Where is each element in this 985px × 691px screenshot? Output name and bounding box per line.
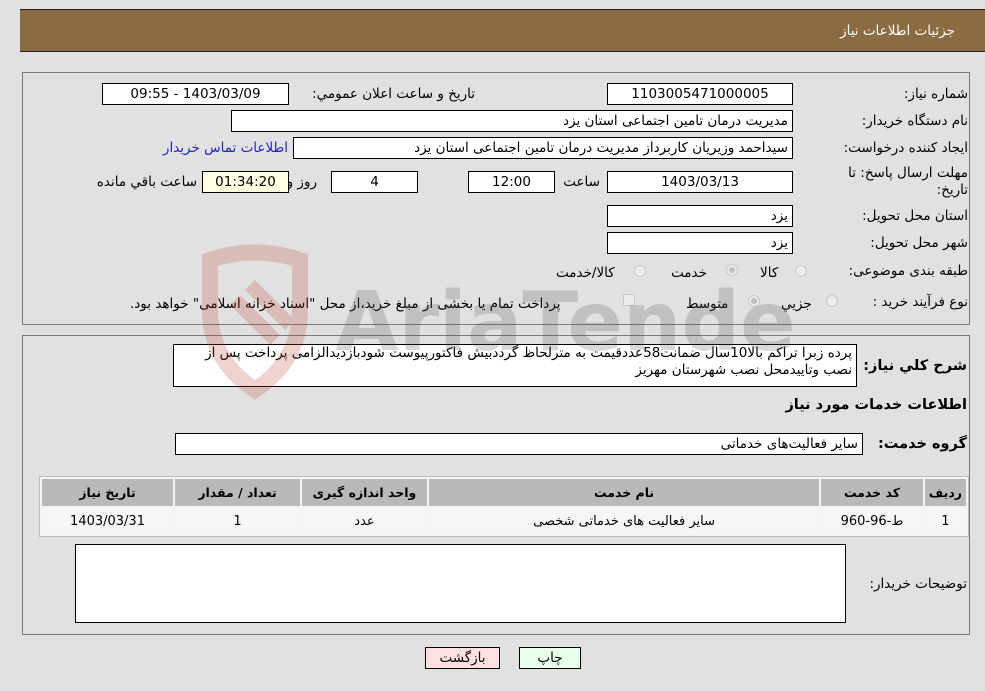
category-radio-goods[interactable] [795,265,807,277]
summary-label: شرح كلي نياز: [863,358,967,374]
cell-quantity: 1 [175,508,300,534]
need-number-field[interactable]: 1103005471000005 [607,83,793,105]
category-option-service: خدمت [671,265,707,281]
cell-row-number: 1 [924,508,966,534]
deadline-label: مهلت ارسال پاسخ: تا تاریخ: [848,165,968,198]
category-option-goods: کالا [760,265,779,281]
days-label: روز و [286,174,317,190]
deadline-date-field[interactable]: 1403/03/13 [607,171,793,193]
col-unit: واحد اندازه گیری [302,479,427,506]
col-quantity: تعداد / مقدار [175,479,300,506]
buyer-contact-link[interactable]: اطلاعات تماس خریدار [163,140,288,156]
buyer-org-field[interactable]: مدیریت درمان تامین اجتماعی استان یزد [231,110,793,132]
buyer-notes-label: توضیحات خریدار: [869,576,967,592]
process-option-medium: متوسط [686,296,729,312]
deadline-time-field[interactable]: 12:00 [468,171,555,193]
buyer-org-label: نام دستگاه خریدار: [861,113,968,129]
treasury-checkbox[interactable] [623,294,635,306]
deadline-time-label: ساعت [563,174,600,190]
buyer-notes-textarea[interactable] [75,544,846,623]
services-heading: اطلاعات خدمات مورد نياز [785,397,967,413]
remaining-time-field: 01:34:20 [202,171,289,193]
table-row: 1 ط-96-960 سایر فعالیت های خدماتی شخصی ع… [42,508,966,534]
category-option-goods-service: کالا/خدمت [556,265,615,281]
col-service-name: نام خدمت [428,479,820,506]
province-field[interactable]: یزد [607,205,793,227]
treasury-note: پرداخت تمام یا بخشی از مبلغ خرید،از محل … [130,296,561,312]
print-button[interactable]: چاپ [519,647,581,669]
cell-unit: عدد [302,508,427,534]
city-label: شهر محل تحویل: [870,235,968,251]
services-table: ردیف کد خدمت نام خدمت واحد اندازه گیری ت… [39,476,969,537]
need-number-label: شماره نیاز: [903,86,968,102]
city-field[interactable]: یزد [607,232,793,254]
back-button[interactable]: بازگشت [425,647,500,669]
col-row-number: ردیف [924,479,966,506]
process-radio-medium[interactable] [748,295,760,307]
page-header: جزئیات اطلاعات نیاز [20,9,985,52]
process-option-minor: جزيي [781,296,812,312]
services-table-wrapper: ردیف کد خدمت نام خدمت واحد اندازه گیری ت… [39,476,969,537]
table-header-row: ردیف کد خدمت نام خدمت واحد اندازه گیری ت… [42,479,966,506]
creator-label: ایجاد کننده درخواست: [843,140,968,156]
col-service-code: کد خدمت [821,479,923,506]
process-radio-minor[interactable] [826,295,838,307]
summary-textarea[interactable]: پرده زبرا تراکم بالا10سال ضمانت58عددقیمت… [173,344,857,387]
category-radio-goods-service[interactable] [634,265,646,277]
page-title: جزئیات اطلاعات نیاز [840,23,955,39]
process-label: نوع فرآیند خرید : [872,294,968,310]
col-need-date: تاریخ نیاز [42,479,174,506]
service-group-label: گروه خدمت: [877,436,967,452]
province-label: استان محل تحویل: [862,208,968,224]
category-radio-service[interactable] [726,264,738,276]
days-remaining-field[interactable]: 4 [331,171,418,193]
announce-date-label: تاريخ و ساعت اعلان عمومي: [312,86,475,102]
service-group-field[interactable]: سایر فعالیت‌های خدماتی [175,433,863,455]
category-label: طبقه بندی موضوعی: [848,263,968,279]
cell-service-name: سایر فعالیت های خدماتی شخصی [428,508,820,534]
creator-field[interactable]: سیداحمد وزیریان کاربرداز مدیریت درمان تا… [293,137,793,159]
cell-need-date: 1403/03/31 [42,508,174,534]
remaining-time-label: ساعت باقي مانده [96,174,197,190]
announce-date-field[interactable]: 1403/03/09 - 09:55 [102,83,289,105]
cell-service-code: ط-96-960 [821,508,923,534]
